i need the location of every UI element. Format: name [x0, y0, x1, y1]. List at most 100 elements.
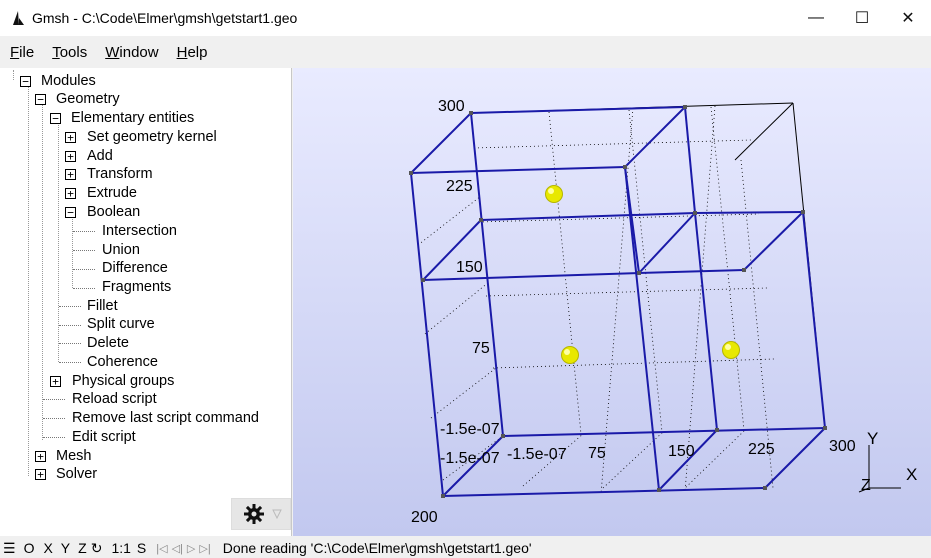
collapse-icon[interactable]: −: [65, 207, 76, 218]
menu-help-rest: elp: [187, 43, 208, 61]
tree-item-extrude[interactable]: + Extrude: [65, 184, 137, 202]
view-z-button[interactable]: Z: [78, 540, 87, 556]
view-x-button[interactable]: X: [43, 540, 52, 556]
tree-item-delete[interactable]: Delete: [87, 334, 129, 352]
expand-icon[interactable]: +: [65, 188, 76, 199]
status-message: Done reading 'C:\Code\Elmer\gmsh\getstar…: [222, 540, 532, 556]
axis-x-label: X: [906, 465, 917, 484]
last-step-icon[interactable]: ▷|: [199, 542, 210, 555]
tree-label: Modules: [41, 73, 96, 89]
tree-item-elementary-entities[interactable]: − Elementary entities: [50, 109, 194, 127]
tree-guide: [43, 399, 65, 400]
label-150-vertical: 150: [456, 259, 483, 276]
gear-icon: [244, 504, 264, 524]
view-origin-button[interactable]: O: [24, 540, 35, 556]
expand-icon[interactable]: +: [50, 376, 61, 387]
first-step-icon[interactable]: |◁: [156, 542, 167, 555]
collapse-icon[interactable]: −: [20, 76, 31, 87]
label-origin-1: -1.5e-07: [440, 421, 500, 438]
tree-item-geometry[interactable]: − Geometry: [35, 90, 120, 108]
tree-item-coherence[interactable]: Coherence: [87, 353, 158, 371]
label-300-vertical: 300: [438, 98, 465, 115]
tree-item-add[interactable]: + Add: [65, 147, 113, 165]
collapse-icon[interactable]: −: [50, 113, 61, 124]
tree-item-reload-script[interactable]: Reload script: [72, 390, 157, 408]
axis-triad: Y X Z: [858, 429, 917, 494]
tree-item-fragments[interactable]: Fragments: [102, 278, 171, 296]
tree-label: Transform: [87, 166, 153, 182]
collapse-icon[interactable]: −: [35, 94, 46, 105]
tree-item-solver[interactable]: + Solver: [35, 465, 97, 483]
tree-item-remove-last-script-command[interactable]: Remove last script command: [72, 409, 259, 427]
gmsh-logo-icon: [13, 11, 24, 25]
tree-item-intersection[interactable]: Intersection: [102, 222, 177, 240]
label-75-x: 75: [588, 445, 606, 462]
tree-item-fillet[interactable]: Fillet: [87, 297, 118, 315]
geometry-canvas[interactable]: 300 225 150 75 -1.5e-07 -1.5e-07 -1.5e-0…: [293, 68, 931, 536]
tree-label: Mesh: [56, 448, 92, 464]
tree-label: Set geometry kernel: [87, 129, 217, 145]
tree-item-transform[interactable]: + Transform: [65, 165, 153, 183]
tree-label: Elementary entities: [71, 110, 195, 126]
graphics-viewport[interactable]: 300 225 150 75 -1.5e-07 -1.5e-07 -1.5e-0…: [293, 68, 931, 536]
tree-item-split-curve[interactable]: Split curve: [87, 315, 155, 333]
tree-guide: [73, 269, 95, 270]
maximize-button[interactable]: ☐: [839, 0, 885, 36]
tree-label: Geometry: [56, 91, 120, 107]
tree-item-physical-groups[interactable]: + Physical groups: [50, 372, 174, 390]
select-button[interactable]: S: [137, 540, 146, 556]
tree-guide: [59, 306, 81, 307]
status-bar: ☰ O X Y Z ↻ 1:1 S |◁ ◁| ▷ ▷| Done readin…: [0, 538, 931, 558]
tree-item-set-geometry-kernel[interactable]: + Set geometry kernel: [65, 128, 217, 146]
minimize-button[interactable]: —: [793, 0, 839, 36]
menu-window-key: W: [105, 43, 120, 61]
scale-reset-button[interactable]: 1:1: [111, 540, 130, 556]
view-y-button[interactable]: Y: [61, 540, 70, 556]
menu-window[interactable]: Window: [105, 44, 158, 61]
menu-file[interactable]: File: [10, 44, 34, 61]
label-225-x: 225: [748, 441, 775, 458]
menu-tools-rest: ools: [59, 43, 88, 61]
menu-file-key: F: [10, 43, 20, 61]
tree-guide: [73, 288, 95, 289]
menu-help-key: H: [176, 43, 188, 61]
geometry-vertices: [409, 105, 827, 498]
tree-guide: [28, 86, 29, 476]
expand-icon[interactable]: +: [65, 151, 76, 162]
tree-guide: [59, 325, 81, 326]
options-gear-button[interactable]: [231, 498, 291, 530]
tree-guide: [59, 362, 81, 363]
menu-file-rest: ile: [19, 43, 35, 61]
tree-guide: [73, 250, 95, 251]
label-75-vertical: 75: [472, 340, 490, 357]
label-origin-2: -1.5e-07: [440, 450, 500, 467]
tree-item-boolean[interactable]: − Boolean: [65, 203, 140, 221]
tree-guide: [59, 343, 81, 344]
tree-item-modules[interactable]: − Modules: [20, 72, 96, 90]
tree-item-edit-script[interactable]: Edit script: [72, 428, 136, 446]
expand-icon[interactable]: +: [65, 132, 76, 143]
tree-label: Boolean: [87, 204, 141, 220]
axis-z-label: Z: [861, 477, 871, 494]
tree-item-mesh[interactable]: + Mesh: [35, 447, 91, 465]
menu-tools[interactable]: Tools: [52, 44, 87, 61]
tree-label: Add: [87, 148, 113, 164]
rotate-icon[interactable]: ↻: [91, 540, 103, 557]
expand-icon[interactable]: +: [65, 169, 76, 180]
menu-help[interactable]: Help: [177, 44, 208, 61]
play-icon[interactable]: ▷: [187, 542, 195, 555]
label-225-vertical: 225: [446, 178, 473, 195]
label-200-z: 200: [411, 509, 438, 526]
menu-bar: File Tools Window Help: [0, 38, 931, 66]
close-button[interactable]: ✕: [885, 0, 931, 36]
menu-window-rest: indow: [119, 43, 159, 61]
status-menu-icon[interactable]: ☰: [3, 540, 16, 557]
tree-guide: [13, 70, 14, 80]
tree-item-difference[interactable]: Difference: [102, 259, 168, 277]
prev-step-icon[interactable]: ◁|: [172, 542, 183, 555]
expand-icon[interactable]: +: [35, 451, 46, 462]
dropdown-arrow-icon: [272, 509, 282, 520]
tree-guide: [43, 437, 65, 438]
tree-item-union[interactable]: Union: [102, 241, 140, 259]
expand-icon[interactable]: +: [35, 469, 46, 480]
